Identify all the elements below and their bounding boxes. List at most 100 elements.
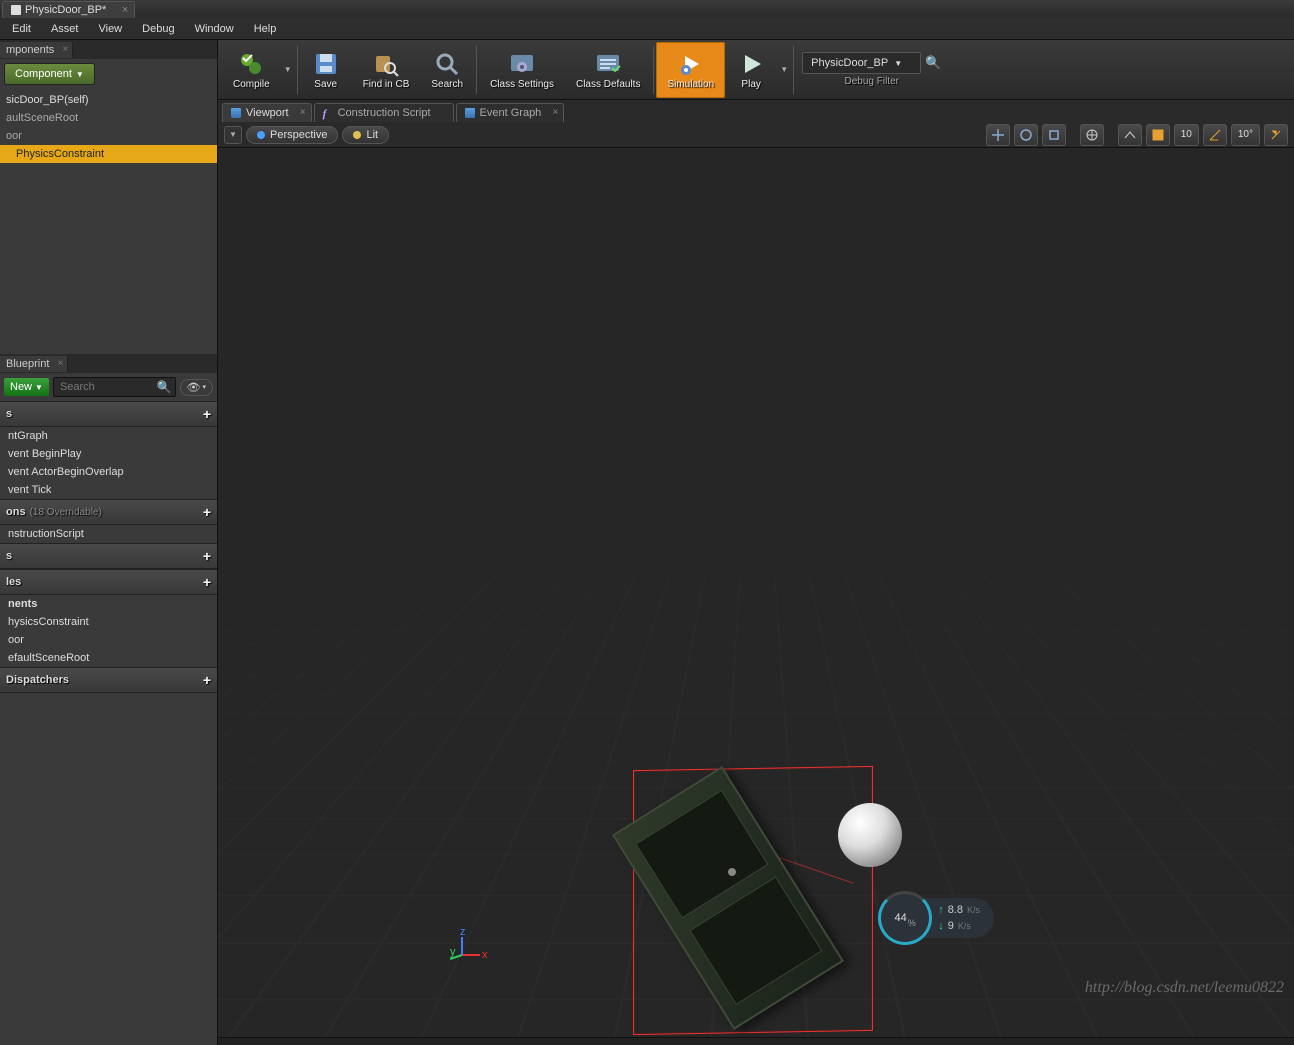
viewport-3d[interactable]: x y z 44% ↑8.8K/s ↓9K/s http://blog.csdn…	[218, 148, 1294, 1045]
main-toolbar: Compile▼SaveFind in CBSearchClass Settin…	[218, 40, 1294, 100]
components-tab[interactable]: mponents ×	[0, 42, 73, 58]
section-item[interactable]: efaultSceneRoot	[0, 649, 217, 667]
arrow-down-icon: ↓	[938, 920, 944, 932]
section-header[interactable]: s+	[0, 543, 217, 569]
lit-icon	[353, 131, 361, 139]
classsettings-icon	[508, 50, 536, 78]
perf-percent: 44%	[878, 891, 932, 945]
document-tab-label: PhysicDoor_BP*	[25, 4, 106, 16]
classsettings-button[interactable]: Class Settings	[479, 42, 565, 98]
document-tab[interactable]: PhysicDoor_BP* ×	[2, 1, 135, 18]
component-tree-item[interactable]: PhysicsConstraint	[0, 145, 217, 163]
search-button[interactable]: Search	[420, 42, 474, 98]
svg-text:x: x	[482, 949, 488, 961]
chevron-down-icon: ▼	[894, 59, 902, 68]
viewmode-perspective[interactable]: Perspective	[246, 126, 338, 144]
chevron-down-icon: ▼	[35, 383, 43, 392]
menu-debug[interactable]: Debug	[132, 20, 184, 38]
close-icon[interactable]: ×	[62, 44, 68, 55]
function-icon: f	[323, 108, 333, 118]
close-icon[interactable]: ×	[300, 107, 306, 118]
blueprint-search: 🔍	[53, 377, 176, 397]
menubar: Edit Asset View Debug Window Help	[0, 18, 1294, 40]
eye-icon: 👁	[187, 381, 201, 394]
classdefaults-button[interactable]: Class Defaults	[565, 42, 651, 98]
snap-grid-value[interactable]: 10	[1174, 124, 1199, 146]
component-tree-item[interactable]: oor	[0, 127, 217, 145]
play-icon	[737, 50, 765, 78]
section-item[interactable]: vent BeginPlay	[0, 445, 217, 463]
coord-toggle[interactable]	[1080, 124, 1104, 146]
findcb-button[interactable]: Find in CB	[352, 42, 421, 98]
blueprint-tab[interactable]: Blueprint ×	[0, 356, 68, 372]
component-tree-item[interactable]: aultSceneRoot	[0, 109, 217, 127]
search-icon	[433, 50, 461, 78]
simulation-button[interactable]: Simulation	[656, 42, 725, 98]
play-button[interactable]: Play	[725, 42, 777, 98]
snap-scale-toggle[interactable]	[1264, 124, 1288, 146]
add-component-button[interactable]: Component ▼	[4, 63, 95, 85]
plus-icon[interactable]: +	[203, 548, 211, 564]
svg-text:z: z	[460, 926, 466, 938]
viewmode-lit[interactable]: Lit	[342, 126, 389, 144]
section-item[interactable]: ntGraph	[0, 427, 217, 445]
menu-view[interactable]: View	[88, 20, 132, 38]
menu-asset[interactable]: Asset	[41, 20, 89, 38]
graph-icon	[465, 108, 475, 118]
components-tree: sicDoor_BP(self)aultSceneRootoorPhysicsC…	[0, 89, 217, 354]
section-item[interactable]: oor	[0, 631, 217, 649]
translate-tool[interactable]	[986, 124, 1010, 146]
plus-icon[interactable]: +	[203, 504, 211, 520]
close-icon[interactable]: ×	[58, 358, 64, 369]
section-item[interactable]: hysicsConstraint	[0, 613, 217, 631]
viewport-tab-construction-script[interactable]: fConstruction Script	[314, 103, 454, 122]
close-icon[interactable]: ×	[122, 4, 128, 16]
menu-window[interactable]: Window	[185, 20, 244, 38]
findcb-icon	[372, 50, 400, 78]
snap-surface[interactable]	[1118, 124, 1142, 146]
play-dropdown[interactable]: ▼	[777, 42, 791, 98]
search-icon: 🔍	[157, 380, 172, 394]
compile-button[interactable]: Compile	[222, 42, 281, 98]
viewport-options-button[interactable]: ▼	[224, 126, 242, 144]
blueprint-icon	[11, 5, 21, 15]
close-icon[interactable]: ×	[552, 107, 558, 118]
viewport-toolbar: ▼ Perspective Lit 10	[218, 122, 1294, 148]
debug-filter-select[interactable]: PhysicDoor_BP ▼	[802, 52, 921, 74]
section-header[interactable]: Dispatchers+	[0, 667, 217, 693]
arrow-up-icon: ↑	[938, 904, 944, 916]
classdefaults-icon	[594, 50, 622, 78]
plus-icon[interactable]: +	[203, 574, 211, 590]
section-item[interactable]: vent Tick	[0, 481, 217, 499]
section-header[interactable]: ons(18 Overridable)+	[0, 499, 217, 525]
simulation-icon	[677, 50, 705, 78]
menu-edit[interactable]: Edit	[2, 20, 41, 38]
save-button[interactable]: Save	[300, 42, 352, 98]
titlebar: PhysicDoor_BP* ×	[0, 0, 1294, 18]
add-new-button[interactable]: New ▼	[4, 378, 49, 396]
scale-tool[interactable]	[1042, 124, 1066, 146]
search-icon[interactable]: 🔍	[925, 55, 941, 71]
viewport-tab-event-graph[interactable]: Event Graph×	[456, 103, 565, 122]
section-header[interactable]: les+	[0, 569, 217, 595]
visibility-toggle[interactable]: 👁 ▾	[180, 379, 213, 396]
compile-dropdown[interactable]: ▼	[281, 42, 295, 98]
graph-icon	[231, 108, 241, 118]
svg-text:y: y	[450, 946, 456, 958]
rotate-tool[interactable]	[1014, 124, 1038, 146]
component-tree-item[interactable]: sicDoor_BP(self)	[0, 91, 217, 109]
performance-widget: 44% ↑8.8K/s ↓9K/s	[878, 891, 994, 945]
section-header[interactable]: s+	[0, 401, 217, 427]
section-item[interactable]: vent ActorBeginOverlap	[0, 463, 217, 481]
section-item[interactable]: nstructionScript	[0, 525, 217, 543]
debug-filter-label: Debug Filter	[845, 76, 899, 87]
snap-angle-value[interactable]: 10°	[1231, 124, 1260, 146]
viewport-tabstrip: Viewport×fConstruction ScriptEvent Graph…	[218, 100, 1294, 122]
snap-grid-toggle[interactable]	[1146, 124, 1170, 146]
section-item[interactable]: nents	[0, 595, 217, 613]
snap-angle-toggle[interactable]	[1203, 124, 1227, 146]
plus-icon[interactable]: +	[203, 672, 211, 688]
menu-help[interactable]: Help	[244, 20, 287, 38]
plus-icon[interactable]: +	[203, 406, 211, 422]
viewport-tab-viewport[interactable]: Viewport×	[222, 103, 312, 122]
